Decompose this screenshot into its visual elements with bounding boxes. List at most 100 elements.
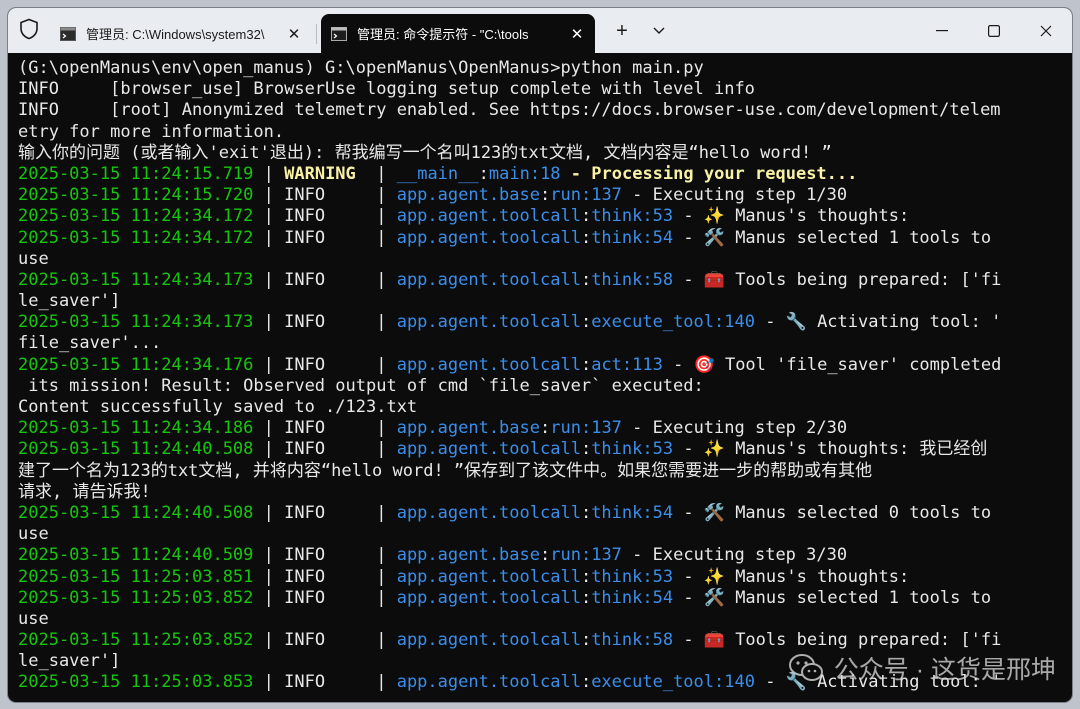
minimize-icon[interactable]	[916, 8, 968, 53]
log-module: think	[591, 206, 643, 227]
log-text: | INFO |	[253, 269, 397, 290]
log-module: execute_tool	[591, 672, 715, 693]
log-text: - 🎯 Tool 'file_saver' completed	[662, 354, 1002, 375]
log-module: app.agent.toolcall	[396, 269, 581, 290]
log-module: app.agent.base	[396, 185, 540, 206]
log-text: 请求, 请告诉我!	[18, 481, 151, 502]
close-icon[interactable]: ✕	[286, 25, 302, 43]
log-text: - 🛠️ Manus selected 1 tools to	[673, 587, 992, 608]
log-text: 建了一个名为123的txt文档, 并将内容“hello word! ”保存到了该…	[18, 460, 873, 481]
terminal-window: 管理员: C:\Windows\system32\ ✕ 管理员: 命令提示符 -…	[8, 8, 1072, 702]
tab-command-prompt[interactable]: 管理员: 命令提示符 - "C:\tools ✕	[321, 14, 595, 53]
log-timestamp: 2025-03-15 11:25:03.852	[18, 587, 254, 608]
terminal-line: (G:\openManus\env\open_manus) G:\openMan…	[18, 58, 1072, 79]
log-text: :	[580, 672, 592, 693]
log-module: :54	[642, 502, 674, 523]
terminal-line: 建了一个名为123的txt文档, 并将内容“hello word! ”保存到了该…	[18, 461, 1072, 482]
log-timestamp: 2025-03-15 11:24:34.186	[18, 418, 254, 439]
maximize-icon[interactable]	[968, 8, 1020, 53]
terminal-line: use	[18, 609, 1072, 630]
log-text: :	[580, 227, 592, 248]
log-text: its mission! Result: Observed output of …	[18, 375, 704, 396]
log-text: :	[580, 566, 592, 587]
log-module: app.agent.toolcall	[396, 587, 581, 608]
log-text: | INFO |	[253, 630, 397, 651]
terminal-line: file_saver'...	[18, 333, 1072, 354]
log-module: app.agent.toolcall	[396, 206, 581, 227]
log-module: :53	[642, 566, 674, 587]
log-text: INFO [browser_use] BrowserUse logging se…	[18, 79, 755, 100]
log-module: app.agent.toolcall	[396, 566, 581, 587]
log-text: le_saver']	[18, 291, 121, 312]
terminal-line: 2025-03-15 11:24:15.719 | WARNING | __ma…	[18, 164, 1072, 185]
log-warning: Processing your request...	[591, 163, 858, 184]
log-warning: WARNING	[284, 163, 356, 184]
terminal-line: 2025-03-15 11:24:40.508 | INFO | app.age…	[18, 503, 1072, 524]
log-text: |	[253, 163, 285, 184]
log-text: :	[580, 354, 592, 375]
chevron-down-icon[interactable]	[645, 20, 673, 44]
log-module: act	[591, 354, 622, 375]
log-timestamp: 2025-03-15 11:24:34.172	[18, 227, 254, 248]
log-timestamp: 2025-03-15 11:25:03.853	[18, 672, 254, 693]
log-text: (G:\openManus\env\open_manus) G:\openMan…	[18, 58, 704, 78]
log-timestamp: 2025-03-15 11:25:03.852	[18, 630, 254, 651]
log-text: use	[18, 608, 49, 629]
terminal-line: its mission! Result: Observed output of …	[18, 376, 1072, 397]
terminal-line: 2025-03-15 11:25:03.852 | INFO | app.age…	[18, 588, 1072, 609]
log-module: app.agent.toolcall	[396, 227, 581, 248]
log-text: le_saver']	[18, 651, 121, 672]
log-timestamp: 2025-03-15 11:24:15.719	[18, 163, 254, 184]
terminal-line: le_saver']	[18, 291, 1072, 312]
log-module: think	[591, 630, 643, 651]
log-text: - ✨ Manus's thoughts: 我已经创	[673, 439, 988, 460]
log-module: execute_tool	[591, 312, 715, 333]
log-text: use	[18, 248, 49, 269]
log-module: :140	[714, 312, 755, 333]
log-text: - 🛠️ Manus selected 1 tools to	[673, 227, 992, 248]
log-timestamp: 2025-03-15 11:24:34.172	[18, 206, 254, 227]
terminal-output[interactable]: (G:\openManus\env\open_manus) G:\openMan…	[8, 53, 1072, 702]
log-module: main	[488, 163, 530, 184]
terminal-line: 2025-03-15 11:24:34.173 | INFO | app.age…	[18, 312, 1072, 333]
terminal-line: INFO [browser_use] BrowserUse logging se…	[18, 79, 1072, 100]
terminal-line: 2025-03-15 11:24:34.186 | INFO | app.age…	[18, 418, 1072, 439]
log-module: think	[591, 439, 643, 460]
log-module: __main__	[396, 163, 479, 184]
log-text: file_saver'...	[18, 333, 162, 354]
terminal-line: 2025-03-15 11:25:03.851 | INFO | app.age…	[18, 567, 1072, 588]
log-text: - Executing step 2/30	[621, 418, 848, 439]
log-timestamp: 2025-03-15 11:25:03.851	[18, 566, 254, 587]
log-text: - 🛠️ Manus selected 0 tools to	[673, 502, 992, 523]
close-icon[interactable]: ✕	[569, 25, 585, 43]
log-text: :	[580, 312, 592, 333]
log-module: think	[591, 587, 643, 608]
log-text: :	[580, 206, 592, 227]
terminal-line: use	[18, 524, 1072, 545]
log-text: | INFO |	[253, 439, 397, 460]
log-text: :	[540, 418, 551, 439]
log-text: | INFO |	[253, 502, 397, 523]
tab-system32[interactable]: 管理员: C:\Windows\system32\ ✕	[50, 14, 312, 53]
log-module: app.agent.toolcall	[396, 630, 581, 651]
log-timestamp: 2025-03-15 11:24:15.720	[18, 185, 254, 206]
log-text: :	[580, 269, 592, 290]
terminal-icon	[60, 26, 76, 41]
log-timestamp: 2025-03-15 11:24:40.509	[18, 545, 254, 566]
log-text: :	[580, 587, 592, 608]
log-module: think	[591, 269, 643, 290]
close-icon[interactable]	[1020, 8, 1072, 53]
log-text: - 🧰 Tools being prepared: ['fi	[673, 269, 1002, 290]
log-module: :113	[621, 354, 663, 375]
shield-icon[interactable]	[19, 18, 39, 40]
log-module: :53	[642, 206, 674, 227]
plus-icon[interactable]: +	[608, 20, 636, 44]
terminal-icon	[331, 26, 347, 41]
log-text: :	[540, 545, 551, 566]
log-text: :	[478, 163, 489, 184]
log-module: :18	[529, 163, 561, 184]
log-module: think	[591, 566, 643, 587]
log-text: - 🔧 Activating tool: '	[754, 312, 1002, 333]
watermark-text: 公众号 · 这货是邢坤	[833, 656, 1056, 684]
log-text: | INFO |	[253, 418, 397, 439]
